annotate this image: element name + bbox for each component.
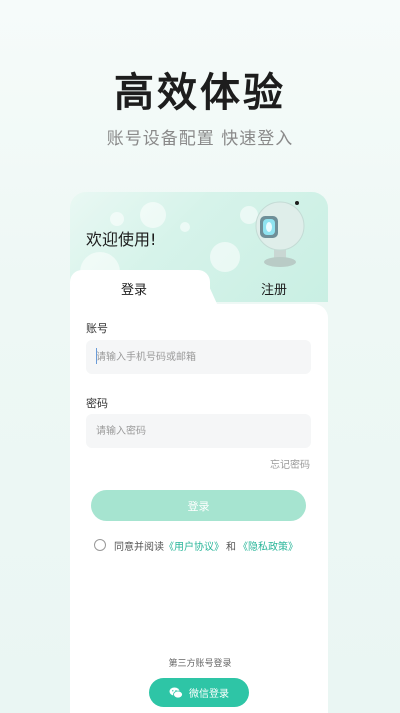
- auth-tabs: 登录 注册: [70, 270, 328, 306]
- text-caret: [96, 348, 97, 364]
- wechat-icon: [169, 687, 183, 698]
- third-party-title: 第三方账号登录: [168, 659, 232, 669]
- agreement-prefix: 同意并阅读: [114, 541, 164, 553]
- password-label: 密码: [86, 397, 108, 410]
- login-button[interactable]: 登录: [91, 490, 306, 521]
- robot-mascot-icon: [255, 201, 305, 267]
- hero-title: 高效体验: [114, 70, 286, 116]
- tab-register[interactable]: 注册: [220, 270, 328, 306]
- tab-register-label: 注册: [260, 282, 287, 298]
- user-agreement-link[interactable]: 《用户协议》: [164, 538, 224, 553]
- tab-login-label: 登录: [120, 282, 147, 298]
- login-button-label: 登录: [187, 499, 210, 513]
- welcome-text: 欢迎使用!: [86, 230, 157, 249]
- account-input[interactable]: [86, 340, 311, 374]
- forgot-password-link[interactable]: 忘记密码: [270, 456, 310, 471]
- privacy-policy-link[interactable]: 《隐私政策》: [238, 538, 298, 553]
- hero-subtitle: 账号设备配置 快速登入: [106, 129, 294, 149]
- agreement-row: 同意并阅读 《用户协议》 和 《隐私政策》: [94, 538, 298, 553]
- password-input[interactable]: [86, 414, 311, 448]
- account-label: 账号: [86, 322, 108, 335]
- agree-checkbox[interactable]: [94, 539, 106, 551]
- wechat-login-label: 微信登录: [189, 689, 229, 700]
- agreement-and: 和: [226, 541, 236, 553]
- wechat-login-button[interactable]: 微信登录: [149, 678, 249, 707]
